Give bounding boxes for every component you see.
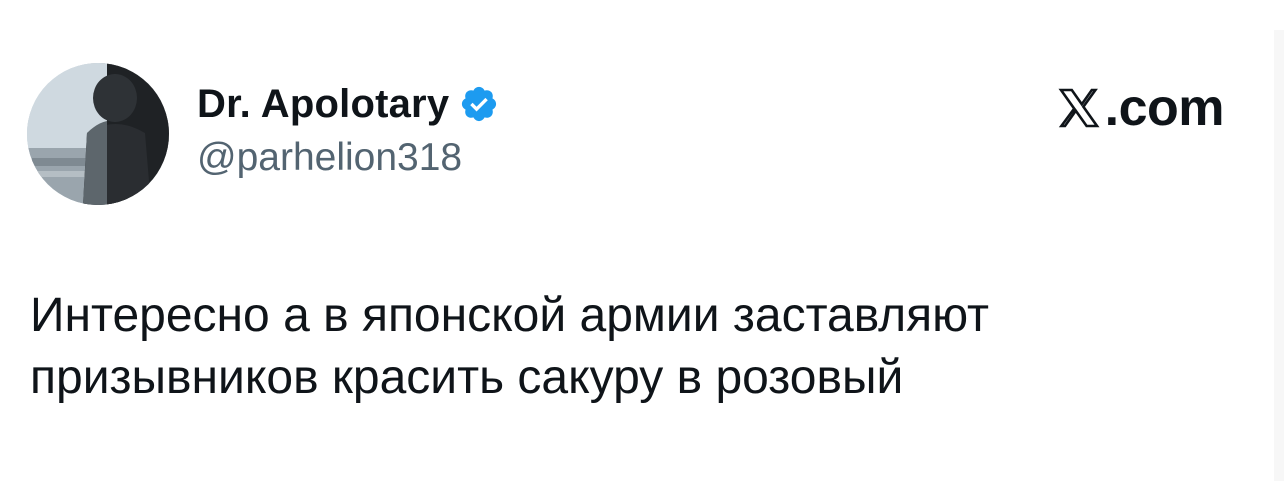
display-name[interactable]: Dr. Apolotary: [197, 82, 449, 127]
x-logo-icon: [1055, 84, 1103, 132]
brand-watermark: .com: [1055, 78, 1225, 138]
tweet-card: Dr. Apolotary @parhelion318 .com Интерес…: [0, 0, 1284, 481]
tweet-text: Интересно а в японской армии заставляют …: [30, 289, 990, 404]
handle[interactable]: @parhelion318: [197, 136, 499, 180]
card-edge: [1274, 30, 1284, 481]
avatar-image: [27, 63, 169, 205]
verified-badge-icon: [459, 84, 499, 124]
name-row: Dr. Apolotary: [197, 78, 499, 130]
author-block[interactable]: Dr. Apolotary @parhelion318: [197, 78, 499, 180]
avatar[interactable]: [27, 63, 169, 205]
brand-label: .com: [1104, 79, 1225, 137]
